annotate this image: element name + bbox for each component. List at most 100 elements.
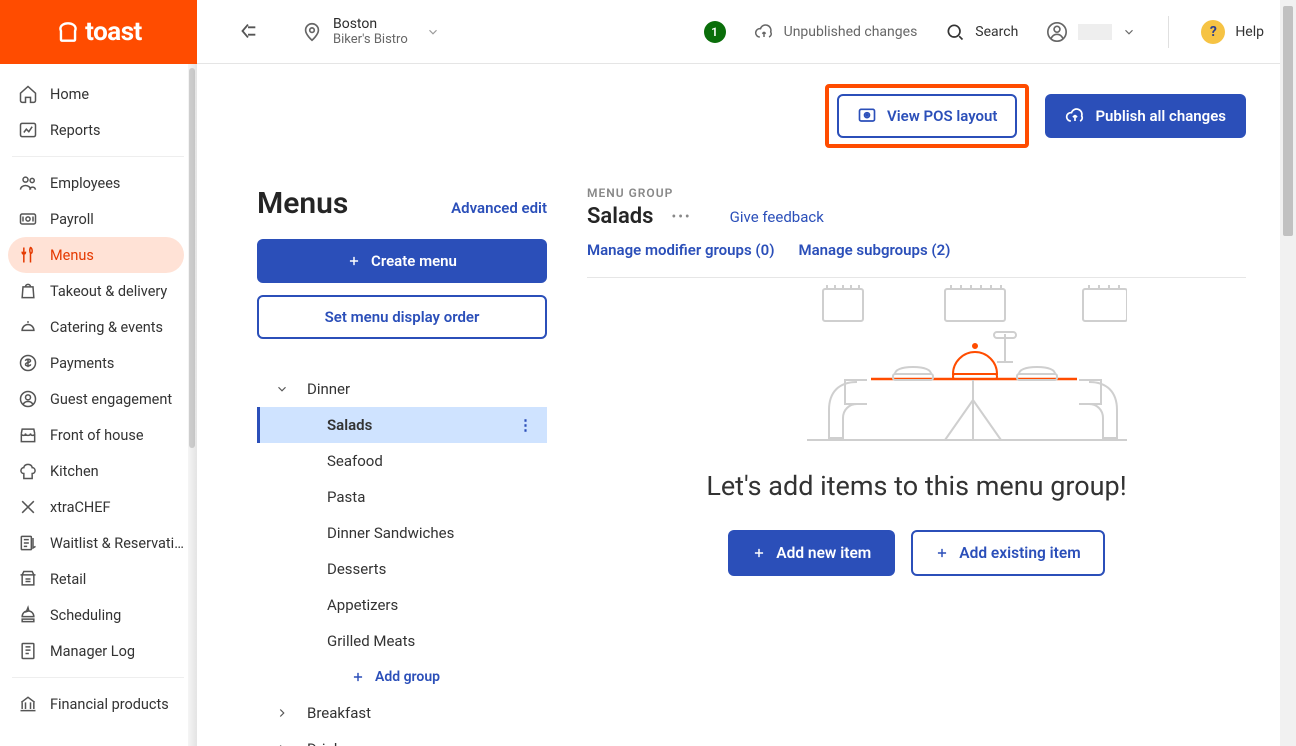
- group-label: Appetizers: [327, 596, 398, 614]
- waitlist-icon: [18, 533, 38, 553]
- row-actions-icon[interactable]: ⋮: [518, 416, 533, 434]
- sidebar-item-foh[interactable]: Front of house: [8, 417, 184, 453]
- topbar: Boston Biker's Bistro 1 Unpublished chan…: [197, 0, 1280, 64]
- retail-icon: [18, 569, 38, 589]
- sidebar-item-menus[interactable]: Menus: [8, 237, 184, 273]
- search-button[interactable]: Search: [945, 22, 1018, 42]
- sidebar-label: Menus: [50, 247, 94, 264]
- sidebar-item-waitlist[interactable]: Waitlist & Reservati…: [8, 525, 184, 561]
- sidebar-item-catering[interactable]: Catering & events: [8, 309, 184, 345]
- help-button[interactable]: ? Help: [1201, 20, 1264, 44]
- sidebar-item-payments[interactable]: Payments: [8, 345, 184, 381]
- sidebar-item-managerlog[interactable]: Manager Log: [8, 633, 184, 669]
- sidebar-item-guest[interactable]: Guest engagement: [8, 381, 184, 417]
- add-existing-item-button[interactable]: Add existing item: [911, 530, 1104, 576]
- sidebar-item-employees[interactable]: Employees: [8, 165, 184, 201]
- sidebar-item-kitchen[interactable]: Kitchen: [8, 453, 184, 489]
- sidebar-item-scheduling[interactable]: Scheduling: [8, 597, 184, 633]
- brand-logo[interactable]: toast: [0, 0, 197, 64]
- group-detail-panel: MENU GROUP Salads ••• Give feedback Mana…: [587, 186, 1246, 746]
- sidebar-label: Employees: [50, 175, 120, 192]
- group-actions-icon[interactable]: •••: [671, 209, 691, 225]
- manage-modifier-groups-link[interactable]: Manage modifier groups (0): [587, 241, 774, 259]
- home-icon: [18, 84, 38, 104]
- empty-state-heading: Let's add items to this menu group!: [587, 470, 1246, 502]
- sidebar-label: Retail: [50, 571, 86, 588]
- menu-group-pasta[interactable]: Pasta: [257, 479, 547, 515]
- give-feedback-link[interactable]: Give feedback: [730, 208, 824, 226]
- sidebar-item-home[interactable]: Home: [8, 76, 184, 112]
- layout-preview-icon: [857, 106, 877, 126]
- sidebar-label: Payments: [50, 355, 114, 372]
- sidebar-scrollbar[interactable]: [188, 64, 196, 746]
- scheduling-icon: [18, 605, 38, 625]
- menu-group-title: Salads: [587, 204, 653, 229]
- location-pin-icon: [301, 21, 323, 43]
- add-new-item-button[interactable]: Add new item: [728, 530, 895, 576]
- group-label: Salads: [327, 416, 372, 434]
- sidebar-item-payroll[interactable]: Payroll: [8, 201, 184, 237]
- set-display-order-button[interactable]: Set menu display order: [257, 295, 547, 339]
- bank-icon: [18, 694, 38, 714]
- page-scrollbar[interactable]: [1280, 0, 1296, 746]
- payments-icon: [18, 353, 38, 373]
- add-group-label: Add group: [375, 669, 440, 685]
- menu-breakfast[interactable]: Breakfast: [257, 695, 547, 731]
- account-menu[interactable]: [1046, 21, 1136, 43]
- sidebar-item-takeout[interactable]: Takeout & delivery: [8, 273, 184, 309]
- unpublished-changes-link[interactable]: Unpublished changes: [754, 22, 918, 42]
- menu-drinks[interactable]: Drinks: [257, 731, 547, 746]
- page-action-row: View POS layout Publish all changes: [197, 64, 1280, 158]
- view-pos-layout-button[interactable]: View POS layout: [837, 94, 1017, 138]
- menu-group-salads[interactable]: Salads ⋮: [257, 407, 547, 443]
- unpublished-count-badge[interactable]: 1: [704, 21, 726, 43]
- search-label: Search: [975, 24, 1018, 40]
- group-label: Seafood: [327, 452, 383, 470]
- location-name: Boston: [333, 16, 408, 32]
- add-group-button[interactable]: Add group: [257, 659, 547, 695]
- collapse-sidebar-button[interactable]: [237, 20, 261, 44]
- sidebar-label: Home: [50, 86, 89, 103]
- sidebar-label: Manager Log: [50, 643, 135, 660]
- sidebar-separator: [12, 677, 184, 678]
- publish-all-button[interactable]: Publish all changes: [1045, 94, 1246, 138]
- help-icon: ?: [1201, 20, 1225, 44]
- location-picker[interactable]: Boston Biker's Bistro: [301, 16, 440, 47]
- sidebar-label: Reports: [50, 122, 101, 139]
- sidebar-item-financial[interactable]: Financial products: [8, 686, 184, 722]
- menu-group-dinner-sandwiches[interactable]: Dinner Sandwiches: [257, 515, 547, 551]
- sidebar: Home Reports Employees Payroll Menus Tak…: [0, 64, 197, 746]
- menu-group-seafood[interactable]: Seafood: [257, 443, 547, 479]
- sidebar-item-reports[interactable]: Reports: [8, 112, 184, 148]
- create-menu-button[interactable]: Create menu: [257, 239, 547, 283]
- sidebar-item-xtrachef[interactable]: xtraCHEF: [8, 489, 184, 525]
- xtrachef-icon: [18, 497, 38, 517]
- cloud-upload-icon: [754, 22, 774, 42]
- menu-tree: Dinner Salads ⋮ Seafood Pasta Dinner San…: [257, 371, 547, 746]
- advanced-edit-link[interactable]: Advanced edit: [451, 199, 547, 217]
- sidebar-label: Waitlist & Reservati…: [50, 535, 184, 552]
- menu-dinner[interactable]: Dinner: [257, 371, 547, 407]
- group-label: Desserts: [327, 560, 386, 578]
- location-sub: Biker's Bistro: [333, 32, 408, 47]
- menu-group-appetizers[interactable]: Appetizers: [257, 587, 547, 623]
- chef-hat-icon: [18, 461, 38, 481]
- search-icon: [945, 22, 965, 42]
- add-new-label: Add new item: [776, 544, 871, 562]
- bag-icon: [18, 281, 38, 301]
- menu-group-grilled-meats[interactable]: Grilled Meats: [257, 623, 547, 659]
- menu-label: Breakfast: [307, 704, 371, 722]
- sidebar-label: Payroll: [50, 211, 94, 228]
- menu-label: Drinks: [307, 740, 349, 746]
- brand-text: toast: [85, 17, 142, 47]
- menu-group-overline: MENU GROUP: [587, 186, 1246, 200]
- sidebar-item-retail[interactable]: Retail: [8, 561, 184, 597]
- employees-icon: [18, 173, 38, 193]
- help-label: Help: [1235, 24, 1264, 40]
- manage-subgroups-link[interactable]: Manage subgroups (2): [798, 241, 950, 259]
- add-existing-label: Add existing item: [959, 544, 1080, 562]
- group-label: Dinner Sandwiches: [327, 524, 454, 542]
- menu-group-desserts[interactable]: Desserts: [257, 551, 547, 587]
- plus-icon: [935, 546, 949, 560]
- account-name-placeholder: [1078, 24, 1112, 40]
